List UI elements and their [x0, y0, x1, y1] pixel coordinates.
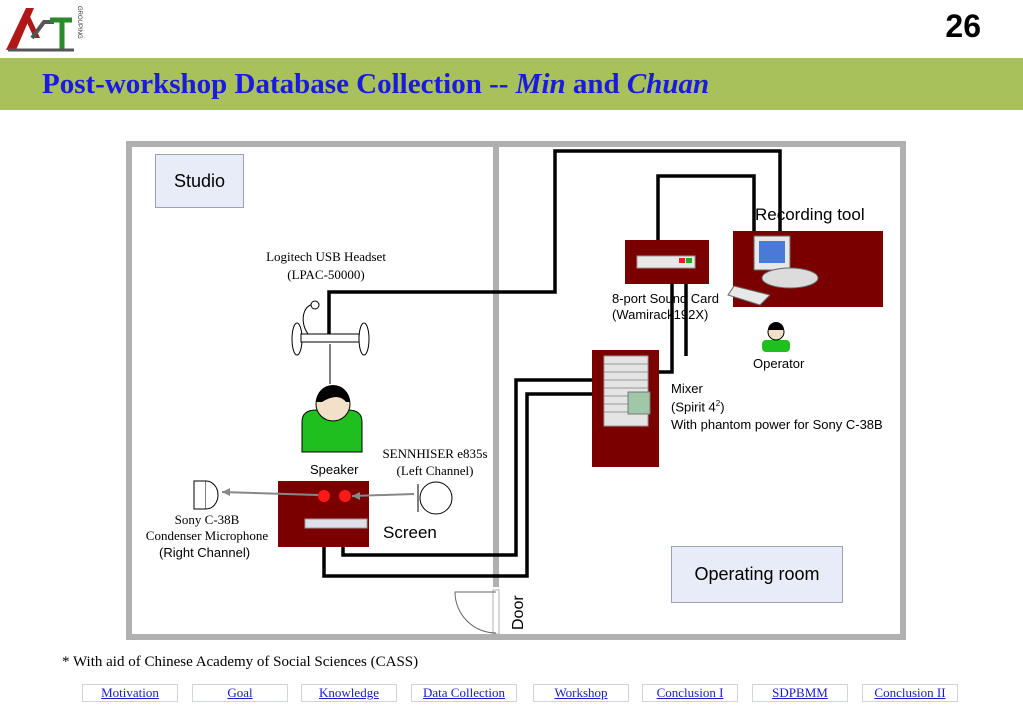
page-number: 26: [945, 8, 981, 44]
door-swing: [454, 591, 497, 634]
sony-mic-icon: [193, 480, 219, 510]
nav-conclusion-1[interactable]: Conclusion I: [642, 684, 738, 702]
mixer-channels: [604, 363, 648, 413]
sony-label-1: Sony C-38B: [174, 512, 240, 527]
sennhiser-label-2: (Left Channel): [396, 463, 474, 478]
speaker-icon: [301, 385, 363, 453]
mixer-label-3: With phantom power for Sony C-38B: [671, 417, 883, 432]
sound-card-label-1: 8-port Sound Card: [612, 291, 719, 306]
mic-desk-bar: [304, 518, 368, 529]
svg-text:GROUPING: GROUPING: [76, 6, 82, 39]
headset-label-2: (LPAC-50000): [287, 267, 365, 282]
recording-tool-label: Recording tool: [755, 205, 865, 224]
screen-label: Screen: [383, 523, 437, 542]
sound-card-led-red: [679, 258, 685, 263]
headset-icon: [291, 300, 370, 384]
operator-label: Operator: [753, 356, 805, 371]
mic-left-dot: [339, 490, 351, 502]
sony-label-2: Condenser Microphone: [145, 528, 269, 543]
nav-workshop[interactable]: Workshop: [533, 684, 629, 702]
mixer-device: [603, 355, 649, 427]
sound-card-led-green: [686, 258, 692, 263]
studio-label: Studio: [155, 154, 244, 208]
nav-data-collection[interactable]: Data Collection: [411, 684, 517, 702]
sony-label-3: (Right Channel): [159, 545, 251, 560]
nav-sdpbmm[interactable]: SDPBMM: [752, 684, 848, 702]
recording-tool-box: [733, 231, 883, 307]
nav-knowledge[interactable]: Knowledge: [301, 684, 397, 702]
computer-icon: [727, 235, 819, 306]
sound-card-box: [625, 240, 709, 284]
nav-conclusion-2[interactable]: Conclusion II: [862, 684, 958, 702]
cable-card-to-pc: [656, 174, 756, 240]
divider-wall: [493, 147, 499, 587]
mixer-panel: [627, 391, 651, 415]
cable-headset-to-pc: [327, 149, 782, 340]
nav-motivation[interactable]: Motivation: [82, 684, 178, 702]
sennhiser-mic-icon: [417, 481, 453, 515]
mixer-box: [592, 350, 659, 467]
mic-desk-box: [278, 481, 369, 547]
cable-mixer-to-mic-right: [322, 392, 595, 578]
mixer-label-1: Mixer: [671, 381, 703, 396]
speaker-label: Speaker: [310, 462, 359, 477]
sennhiser-label-1: SENNHISER e835s: [382, 446, 488, 461]
page-title: Post-workshop Database Collection -- Min…: [42, 68, 710, 100]
headset-label-1: Logitech USB Headset: [266, 249, 386, 264]
mic-right-dot: [318, 490, 330, 502]
operator-icon: [762, 322, 790, 352]
operating-room-label: Operating room: [671, 546, 843, 603]
divider-wall-lower: [492, 589, 500, 635]
nav-goal[interactable]: Goal: [192, 684, 288, 702]
door-label: Door: [510, 595, 527, 630]
sound-card-device: [636, 255, 696, 269]
mixer-label-2: (Spirit 42): [671, 399, 725, 415]
sound-card-label-2: (Wamirack192X): [612, 307, 709, 322]
cables: [322, 149, 782, 578]
cslt-logo: GROUPING: [6, 6, 82, 52]
footnote: * With aid of Chinese Academy of Social …: [62, 654, 419, 670]
